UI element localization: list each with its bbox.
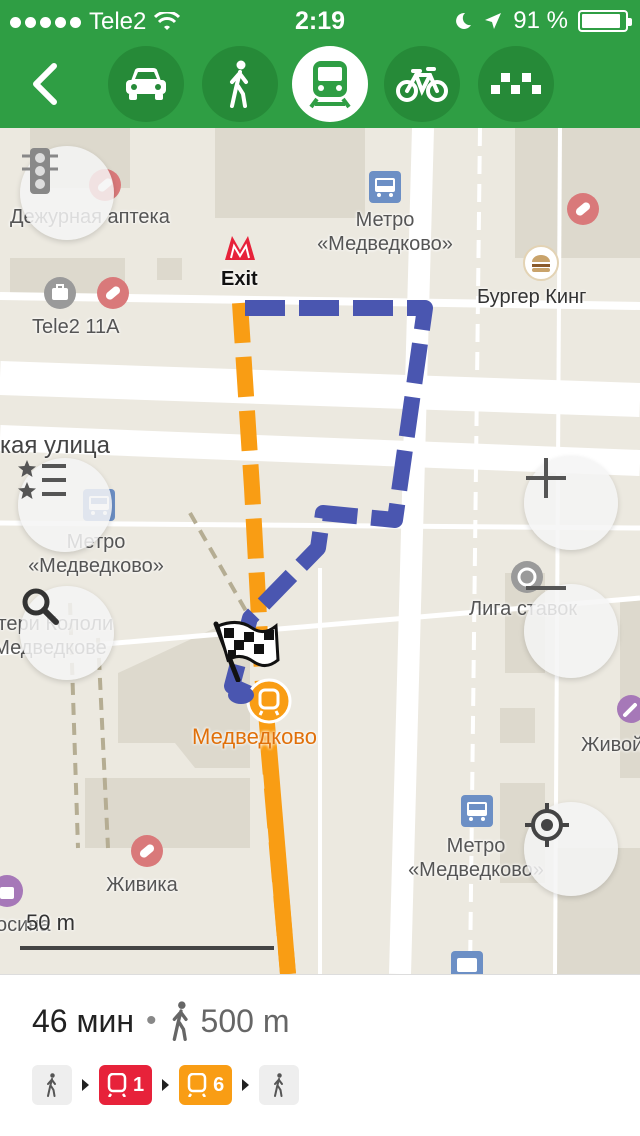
mode-bike-button[interactable] xyxy=(384,46,460,122)
walking-person-icon xyxy=(230,60,248,108)
step-arrow-icon xyxy=(162,1079,170,1091)
step-metro-line: 6 xyxy=(179,1065,233,1105)
step-walk xyxy=(259,1065,300,1105)
step-arrow-icon xyxy=(82,1079,89,1091)
pharmacy-icon xyxy=(97,277,129,309)
step-metro-line: 1 xyxy=(99,1065,153,1105)
route-summary: 46 мин • 500 m xyxy=(32,1001,289,1041)
metro-bus-stop-icon xyxy=(369,171,401,203)
walking-person-icon xyxy=(274,1073,284,1097)
route-duration: 46 мин xyxy=(32,1002,135,1039)
metro-line-number: 1 xyxy=(133,1073,145,1096)
train-icon xyxy=(107,1073,127,1097)
bicycle-icon xyxy=(396,67,448,102)
battery-percent: 91 % xyxy=(513,7,568,34)
chevron-left-icon xyxy=(33,63,57,105)
train-icon xyxy=(309,61,351,109)
scale-bar xyxy=(20,946,274,950)
walking-person-icon xyxy=(47,1073,56,1097)
map-view[interactable]: Exit Дежурная аптека Метро«Медведково» Б… xyxy=(0,128,640,974)
search-button[interactable] xyxy=(20,586,114,680)
walking-person-icon xyxy=(172,1001,188,1041)
scale-label: 50 m xyxy=(26,910,75,935)
separator-dot: • xyxy=(146,1004,157,1037)
mode-car-button[interactable] xyxy=(108,46,184,122)
plus-icon xyxy=(526,458,566,498)
traffic-light-icon xyxy=(22,148,58,194)
bookmarks-button[interactable] xyxy=(18,458,112,552)
minus-icon xyxy=(526,586,566,590)
metro-exit-label: Exit xyxy=(221,268,258,290)
walk-distance: 500 m xyxy=(200,1002,290,1039)
status-bar: Tele2 2:19 91 % xyxy=(0,0,640,40)
route-steps: 1 6 xyxy=(32,1065,300,1105)
step-arrow-icon xyxy=(242,1079,250,1091)
zoom-in-button[interactable] xyxy=(524,456,618,550)
transport-mode-toolbar xyxy=(0,40,640,128)
car-icon xyxy=(126,68,166,100)
start-dot-icon xyxy=(228,686,254,704)
street-label: кая улица xyxy=(0,432,111,459)
mode-transit-button[interactable] xyxy=(292,46,368,122)
poi-label-zhivika: Живика xyxy=(106,874,178,896)
finish-flag-icon xyxy=(213,621,280,682)
zoom-out-button[interactable] xyxy=(524,584,618,678)
wrench-icon xyxy=(617,695,640,723)
poi-label-burger: Бургер Кинг xyxy=(477,286,587,308)
metro-logo-icon xyxy=(225,236,255,260)
poi-label-tele2: Tele2 11А xyxy=(32,316,120,338)
back-button[interactable] xyxy=(20,52,70,116)
metro-bus-stop-icon xyxy=(461,795,493,827)
station-label: Медведково xyxy=(192,724,317,749)
shopping-bag-icon xyxy=(0,875,23,907)
pharmacy-icon xyxy=(567,193,599,225)
route-summary-panel[interactable]: 46 мин • 500 m 1 6 xyxy=(0,974,640,1136)
starred-list-icon xyxy=(18,460,66,499)
mode-walk-button[interactable] xyxy=(202,46,278,122)
battery-icon xyxy=(578,10,632,32)
burger-icon xyxy=(523,245,559,281)
metro-line-number: 6 xyxy=(213,1073,225,1096)
my-location-button[interactable] xyxy=(524,802,618,896)
poi-label-zhivoy: Живой xyxy=(581,734,640,756)
step-walk xyxy=(32,1065,72,1105)
traffic-button[interactable] xyxy=(20,146,114,240)
mode-taxi-button[interactable] xyxy=(478,46,554,122)
taxi-checker-icon xyxy=(491,73,541,94)
search-icon xyxy=(22,588,59,625)
moon-icon xyxy=(456,12,472,29)
pharmacy-icon xyxy=(131,835,163,867)
metro-bus-stop-icon xyxy=(451,951,483,974)
poi-label-metro-top: Метро «Медведково» xyxy=(317,209,453,255)
train-icon xyxy=(187,1073,207,1097)
crosshair-location-icon xyxy=(525,803,569,847)
briefcase-icon xyxy=(44,277,76,309)
location-arrow-icon xyxy=(485,13,502,29)
